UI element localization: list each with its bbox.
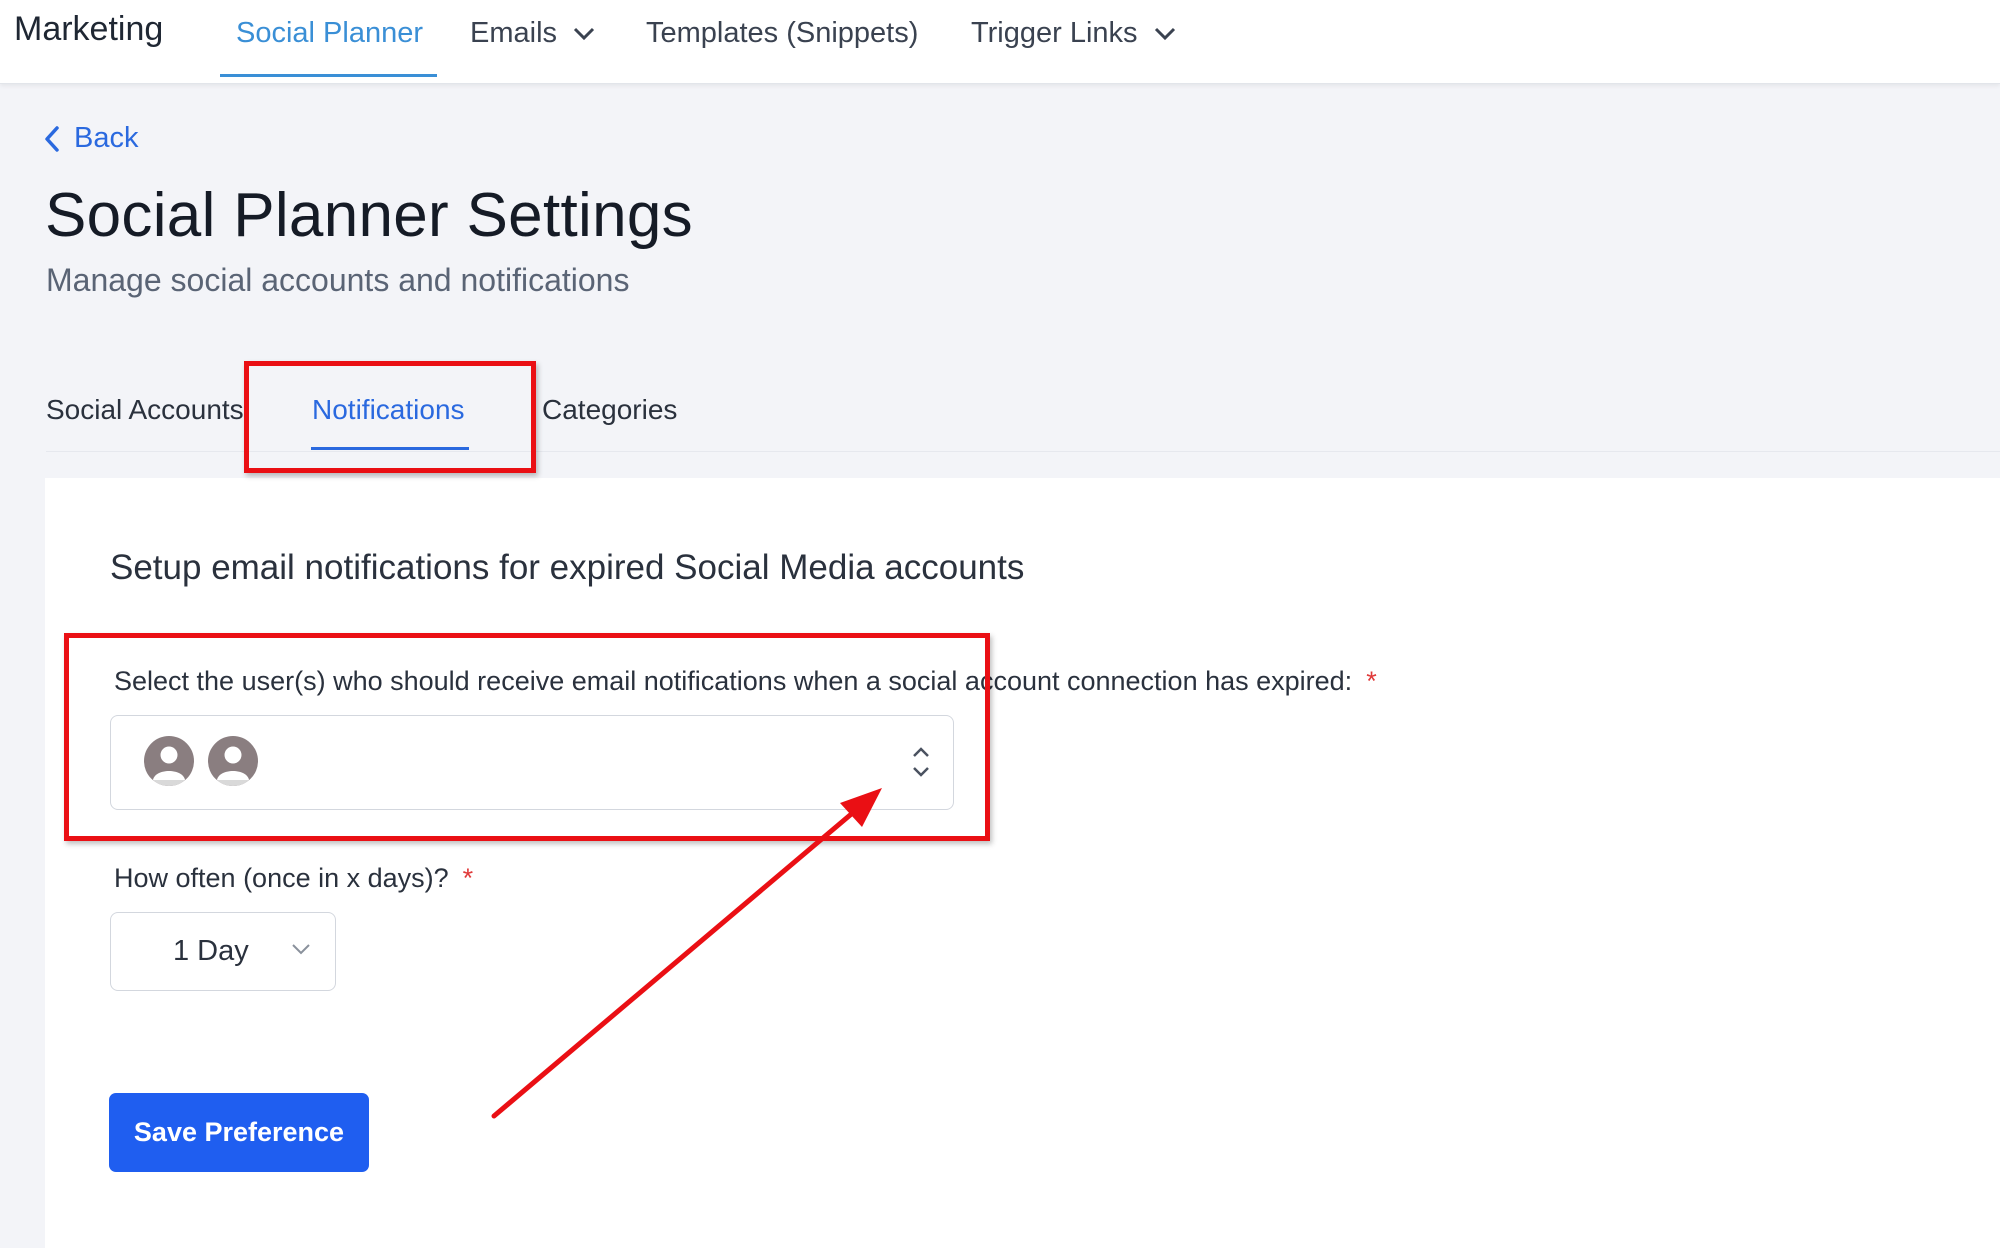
tab-social-accounts[interactable]: Social Accounts [46,394,244,426]
chevron-down-icon [1154,28,1175,41]
tab-divider [46,451,2000,452]
app-title: Marketing [14,10,164,48]
nav-item-social-planner[interactable]: Social Planner [236,17,423,50]
required-mark: * [1366,666,1377,696]
user-avatar-icon [144,736,194,786]
frequency-field-label: How often (once in x days)? * [114,863,473,894]
nav-active-indicator [220,74,437,77]
nav-item-trigger-links[interactable]: Trigger Links [971,17,1176,50]
users-field-label: Select the user(s) who should receive em… [114,666,1377,697]
tab-categories[interactable]: Categories [542,394,677,426]
nav-item-trigger-links-label: Trigger Links [971,17,1138,49]
users-field-label-text: Select the user(s) who should receive em… [114,666,1353,696]
required-mark: * [462,863,474,893]
tab-active-indicator [311,447,469,450]
user-avatar-icon [208,736,258,786]
select-arrows-icon [913,747,929,777]
users-select[interactable] [110,715,954,810]
chevron-down-icon [292,944,310,955]
nav-item-emails-label: Emails [470,17,558,49]
page-title: Social Planner Settings [45,181,693,250]
top-navigation-bar: Marketing Social Planner Emails Template… [0,0,2000,84]
nav-item-templates[interactable]: Templates (Snippets) [646,17,918,50]
tab-notifications[interactable]: Notifications [312,394,465,426]
save-preference-button[interactable]: Save Preference [109,1093,369,1172]
chevron-down-icon [574,28,595,41]
nav-item-emails[interactable]: Emails [470,17,595,50]
back-link[interactable]: Back [44,122,138,155]
page-subtitle: Manage social accounts and notifications [46,262,630,298]
frequency-field-label-text: How often (once in x days)? [114,863,449,893]
frequency-select[interactable]: 1 Day [110,912,336,991]
section-title: Setup email notifications for expired So… [110,548,1025,587]
frequency-value: 1 Day [173,935,249,967]
back-label: Back [74,122,139,154]
chevron-left-icon [45,125,59,152]
